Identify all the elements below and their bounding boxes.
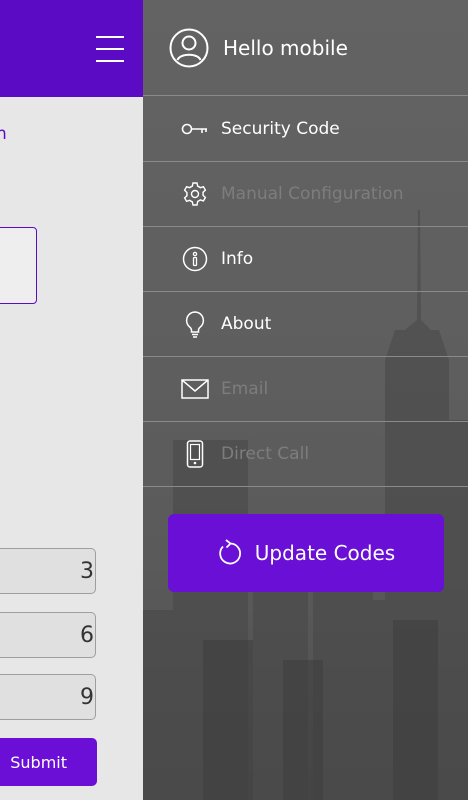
menu-item-label: About xyxy=(221,314,272,334)
navigation-drawer: Hello mobile Security Code Manual Config… xyxy=(143,0,468,800)
hamburger-menu-icon[interactable] xyxy=(96,36,124,62)
menu-item-about[interactable]: About xyxy=(143,292,468,357)
gear-icon xyxy=(180,179,210,209)
partial-heading: n xyxy=(0,124,7,144)
menu-item-manual-configuration[interactable]: Manual Configuration xyxy=(143,162,468,227)
key-icon xyxy=(180,114,210,144)
envelope-icon xyxy=(180,374,210,404)
menu-item-label: Direct Call xyxy=(221,444,310,464)
drawer-header: Hello mobile xyxy=(143,0,468,96)
submit-button[interactable]: Submit xyxy=(0,738,97,786)
menu-item-label: Security Code xyxy=(221,119,340,139)
refresh-icon xyxy=(219,539,241,565)
app-header xyxy=(0,0,143,97)
background-screen: n 3 6 9 Submit xyxy=(0,0,143,800)
phone-icon xyxy=(180,439,210,469)
keypad-key-6[interactable]: 6 xyxy=(0,612,96,658)
input-box[interactable] xyxy=(0,227,37,304)
update-codes-button[interactable]: Update Codes xyxy=(168,514,444,592)
info-icon xyxy=(180,244,210,274)
menu-item-label: Email xyxy=(221,379,269,399)
menu-item-label: Info xyxy=(221,249,254,269)
greeting-text: Hello mobile xyxy=(223,35,348,60)
menu-item-info[interactable]: Info xyxy=(143,227,468,292)
update-codes-label: Update Codes xyxy=(254,541,396,565)
keypad-key-9[interactable]: 9 xyxy=(0,674,96,720)
user-avatar-icon xyxy=(169,28,209,67)
menu-item-label: Manual Configuration xyxy=(221,184,404,204)
menu-item-email[interactable]: Email xyxy=(143,357,468,422)
keypad-key-3[interactable]: 3 xyxy=(0,548,96,594)
menu-item-direct-call[interactable]: Direct Call xyxy=(143,422,468,487)
lightbulb-icon xyxy=(180,309,210,339)
menu-item-security-code[interactable]: Security Code xyxy=(143,97,468,162)
